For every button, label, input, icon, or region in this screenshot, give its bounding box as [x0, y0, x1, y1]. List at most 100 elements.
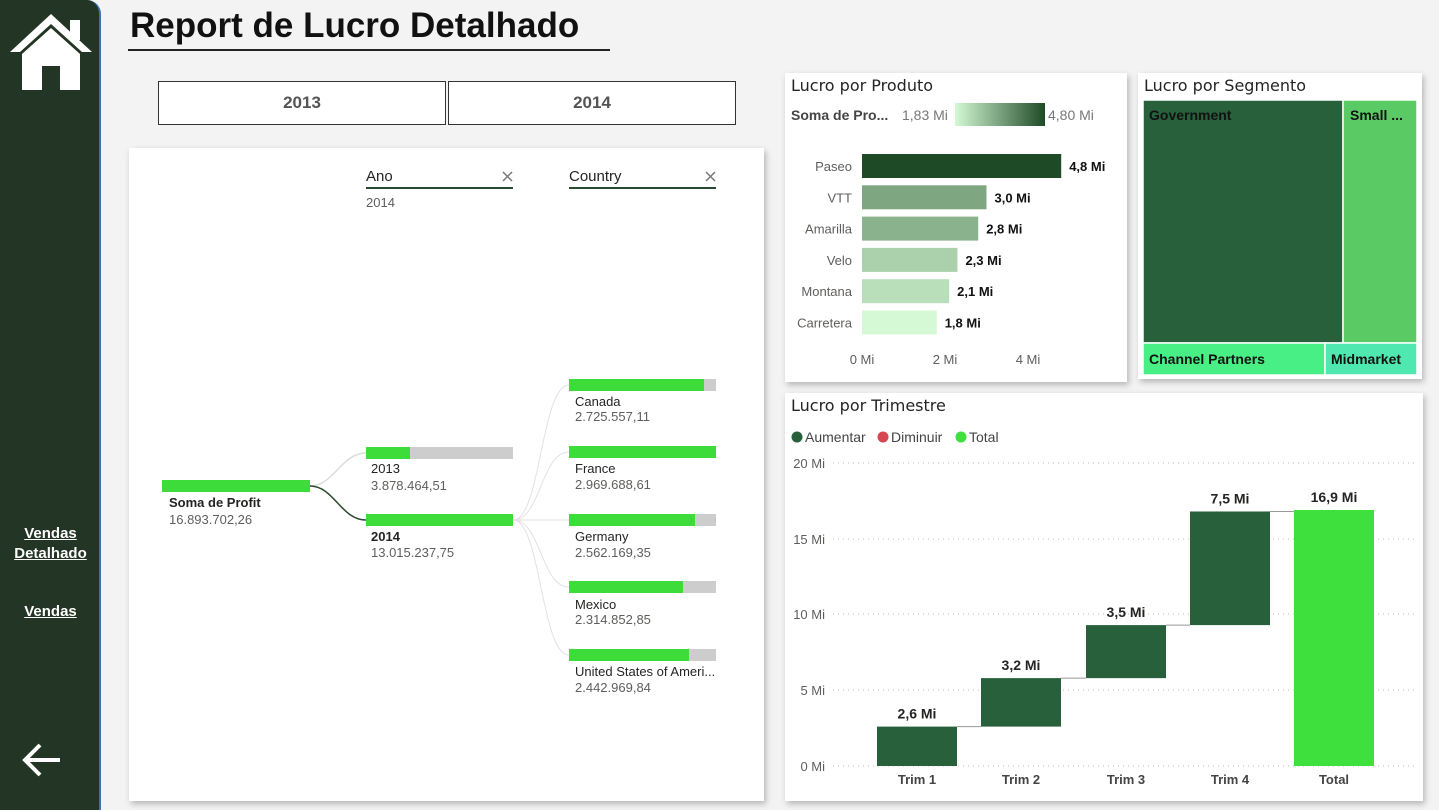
nav-label-line1: Vendas	[24, 525, 77, 542]
country-header: Country	[569, 168, 622, 185]
treemap-tile-channel-partners[interactable]: Channel Partners	[1142, 342, 1326, 376]
bar-velo[interactable]	[862, 247, 958, 272]
legend-min: 1,83 Mi	[902, 107, 948, 123]
data-label: 16,9 Mi	[1311, 489, 1358, 505]
x-tick-0: 0 Mi	[850, 352, 875, 367]
legend-gradient	[955, 103, 1045, 126]
lucro-por-trimestre-card: Lucro por Trimestre Aumentar Diminuir To…	[785, 393, 1423, 801]
country-value: 2.442.969,84	[575, 680, 651, 695]
bar-vtt[interactable]	[862, 185, 987, 210]
tree-node-germany[interactable]: Germany 2.562.169,35	[569, 514, 716, 560]
year-button-2013[interactable]: 2013	[158, 81, 446, 125]
legend-item-diminuir[interactable]: Diminuir	[877, 429, 943, 445]
tree-node-mexico[interactable]: Mexico 2.314.852,85	[569, 581, 716, 627]
y-tick: 20 Mi	[793, 456, 825, 471]
sidebar: Vendas Detalhado Vendas	[0, 0, 101, 810]
y-tick: 5 Mi	[800, 683, 825, 698]
legend-label: Total	[969, 429, 999, 445]
x-tick-2: 2 Mi	[933, 352, 958, 367]
data-label: 2,1 Mi	[957, 284, 993, 299]
country-label: France	[575, 461, 615, 476]
category-label: Trim 1	[898, 772, 936, 787]
year-label: 2013	[371, 461, 400, 476]
root-label: Soma de Profit	[169, 495, 261, 510]
waterfall-bar-trim-4[interactable]	[1190, 511, 1270, 626]
treemap-tile-small-business[interactable]: Small ...	[1342, 99, 1418, 344]
nav-label-line2: Detalhado	[14, 545, 87, 562]
treemap-tile-government[interactable]: Government	[1142, 99, 1344, 344]
tile-label: Midmarket	[1331, 351, 1401, 367]
year-label: 2014	[371, 529, 401, 544]
legend-field-label: Soma de Pro...	[791, 107, 888, 123]
waterfall-bar-trim-3[interactable]	[1086, 625, 1166, 679]
y-tick: 10 Mi	[793, 607, 825, 622]
lucro-por-produto-card: Lucro por Produto Soma de Pro... 1,83 Mi…	[785, 73, 1127, 382]
tree-node-2014[interactable]: 2014 13.015.237,75	[366, 514, 513, 560]
country-value: 2.969.688,61	[575, 477, 651, 492]
segmento-treemap: Government Small ... Channel Partners Mi…	[1142, 99, 1418, 376]
decomposition-tree: Ano 2014 Country Soma de Profit 16.893.7…	[162, 168, 716, 695]
country-label: Mexico	[575, 597, 616, 612]
treemap-tile-midmarket[interactable]: Midmarket	[1324, 342, 1418, 376]
page-title: Report de Lucro Detalhado	[130, 6, 580, 45]
arrow-left-icon[interactable]	[20, 740, 64, 780]
data-label: 3,0 Mi	[995, 190, 1031, 205]
legend-item-aumentar[interactable]: Aumentar	[791, 429, 867, 445]
legend-label: Aumentar	[805, 429, 866, 445]
trimestre-chart: Aumentar Diminuir Total 20 Mi 15 Mi 10 M…	[791, 429, 1417, 787]
country-remove-icon[interactable]	[705, 171, 716, 182]
bar-amarilla[interactable]	[862, 216, 979, 241]
tree-node-2013[interactable]: 2013 3.878.464,51	[366, 447, 513, 493]
country-value: 2.562.169,35	[575, 545, 651, 560]
data-label: 3,5 Mi	[1107, 604, 1146, 620]
ano-header: Ano	[366, 168, 393, 185]
country-value: 2.725.557,11	[575, 409, 650, 424]
title-underline	[128, 49, 610, 51]
produto-chart: Soma de Pro... 1,83 Mi 4,80 Mi Paseo 4,8 …	[791, 103, 1105, 367]
data-label: 2,8 Mi	[986, 222, 1022, 237]
root-value: 16.893.702,26	[169, 512, 252, 527]
category-label: Trim 3	[1107, 772, 1145, 787]
category-label: Trim 2	[1002, 772, 1040, 787]
data-label: 1,8 Mi	[945, 316, 981, 331]
decomposition-tree-card: Ano 2014 Country Soma de Profit 16.893.7…	[129, 148, 764, 801]
country-label: Canada	[575, 394, 621, 409]
data-label: 7,5 Mi	[1211, 490, 1250, 506]
tree-node-usa[interactable]: United States of Ameri... 2.442.969,84	[569, 649, 716, 695]
year-value: 13.015.237,75	[371, 545, 454, 560]
nav-link-vendas-detalhado[interactable]: Vendas Detalhado	[0, 524, 101, 564]
legend-label: Diminuir	[891, 429, 943, 445]
ano-filter-value: 2014	[366, 195, 395, 210]
tree-node-france[interactable]: France 2.969.688,61	[569, 446, 716, 492]
data-label: 2,6 Mi	[898, 706, 937, 722]
x-tick-4: 4 Mi	[1016, 352, 1041, 367]
legend-item-total[interactable]: Total	[955, 429, 999, 445]
waterfall-bar-total[interactable]	[1294, 509, 1374, 766]
data-label: 2,3 Mi	[965, 253, 1001, 268]
tree-node-root[interactable]: Soma de Profit 16.893.702,26	[162, 480, 310, 527]
bar-montana[interactable]	[862, 279, 950, 304]
y-tick: 0 Mi	[800, 759, 825, 774]
waterfall-bar-trim-2[interactable]	[981, 678, 1061, 727]
ano-remove-icon[interactable]	[502, 171, 513, 182]
bar-carretera[interactable]	[862, 310, 937, 335]
data-label: 4,8 Mi	[1069, 159, 1105, 174]
category-label: Montana	[801, 284, 852, 299]
lucro-por-segmento-card: Lucro por Segmento Government Small ... …	[1138, 73, 1422, 379]
category-label: Paseo	[815, 159, 852, 174]
category-label: Velo	[827, 253, 852, 268]
country-value: 2.314.852,85	[575, 612, 651, 627]
waterfall-bar-trim-1[interactable]	[877, 726, 957, 766]
category-label: Amarilla	[805, 222, 853, 237]
category-label: Trim 4	[1211, 772, 1250, 787]
home-icon[interactable]	[8, 10, 94, 92]
y-tick: 15 Mi	[793, 532, 825, 547]
nav-link-vendas[interactable]: Vendas	[0, 602, 101, 622]
year-button-2014[interactable]: 2014	[448, 81, 736, 125]
bar-paseo[interactable]	[862, 154, 1062, 178]
category-label: Carretera	[797, 316, 853, 331]
tile-label: Small ...	[1350, 107, 1403, 123]
tile-label: Government	[1149, 107, 1232, 123]
tree-node-canada[interactable]: Canada 2.725.557,11	[569, 379, 716, 424]
country-label: Germany	[575, 529, 629, 544]
